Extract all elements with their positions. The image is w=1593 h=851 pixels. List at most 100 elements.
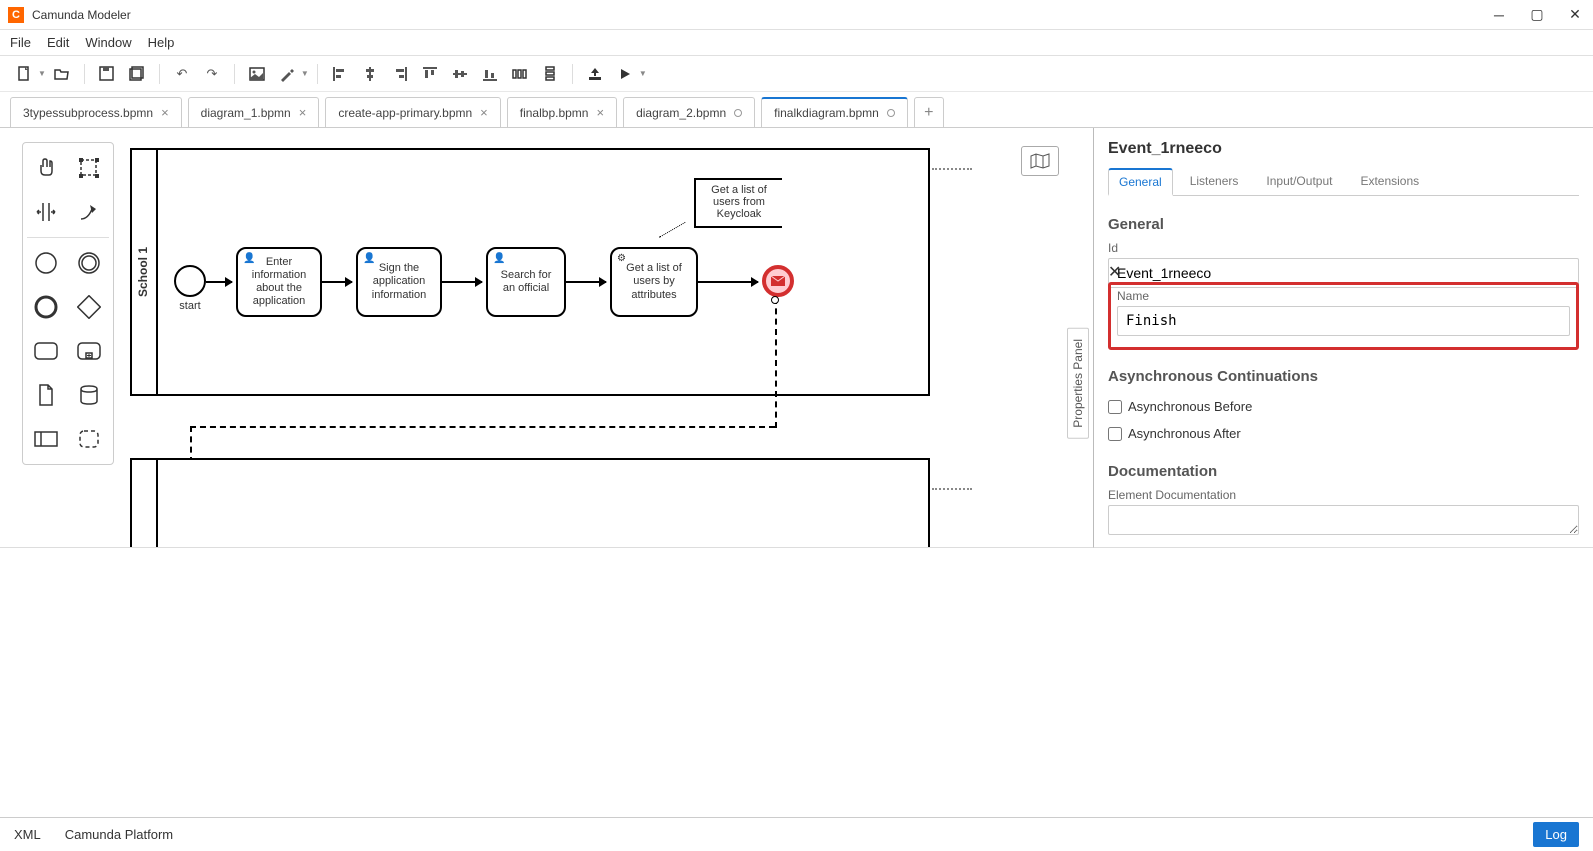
undo-button[interactable]: ↶ [168, 60, 196, 88]
menu-window[interactable]: Window [85, 35, 131, 50]
separator [317, 64, 318, 84]
message-throw-event[interactable] [762, 265, 794, 297]
props-tab-listeners[interactable]: Listeners [1179, 168, 1250, 195]
subprocess-tool[interactable] [70, 332, 108, 370]
name-field[interactable]: Finish [1117, 306, 1570, 336]
task-search[interactable]: 👤 Search for an official [486, 247, 566, 317]
sequence-flow[interactable] [698, 281, 758, 283]
log-button[interactable]: Log [1533, 822, 1579, 847]
dropdown-icon[interactable]: ▼ [301, 69, 309, 78]
document-tab[interactable]: diagram_1.bpmn× [188, 97, 320, 127]
sequence-flow[interactable] [206, 281, 232, 283]
document-tab[interactable]: 3typessubprocess.bpmn× [10, 97, 182, 127]
separator [572, 64, 573, 84]
async-before-row[interactable]: Asynchronous Before [1108, 399, 1579, 414]
color-button[interactable] [273, 60, 301, 88]
menu-help[interactable]: Help [148, 35, 175, 50]
app-title: Camunda Modeler [32, 8, 1489, 22]
sequence-flow[interactable] [322, 281, 352, 283]
data-object-tool[interactable] [27, 376, 65, 414]
pool-school-2[interactable]: School 2 📜 Download the list of official… [130, 458, 930, 548]
async-after-checkbox[interactable] [1108, 427, 1122, 441]
task-get-users[interactable]: ⚙ Get a list of users by attributes [610, 247, 698, 317]
clear-id-button[interactable]: ✕ [1108, 262, 1573, 282]
message-flow[interactable] [775, 298, 777, 428]
save-all-button[interactable] [123, 60, 151, 88]
doc-label: Element Documentation [1108, 488, 1579, 502]
add-tab-button[interactable]: + [914, 97, 944, 127]
align-right-button[interactable] [386, 60, 414, 88]
separator [84, 64, 85, 84]
minimize-button[interactable]: ─ [1489, 5, 1509, 25]
menu-file[interactable]: File [10, 35, 31, 50]
deploy-button[interactable] [581, 60, 609, 88]
window-controls: ─ ▢ ✕ [1489, 5, 1585, 25]
canvas[interactable]: Properties Panel School 1 start 👤 Enter … [0, 128, 1093, 548]
documentation-field[interactable] [1108, 505, 1579, 535]
props-heading: Event_1rneeco [1108, 140, 1579, 158]
dropdown-icon[interactable]: ▼ [639, 69, 647, 78]
props-tab-io[interactable]: Input/Output [1255, 168, 1343, 195]
align-middle-button[interactable] [446, 60, 474, 88]
distribute-v-button[interactable] [536, 60, 564, 88]
status-xml[interactable]: XML [14, 827, 41, 842]
start-event-tool[interactable] [27, 244, 65, 282]
close-tab-icon[interactable]: × [596, 105, 604, 120]
close-button[interactable]: ✕ [1565, 5, 1585, 25]
end-event-tool[interactable] [27, 288, 65, 326]
tab-label: finalbp.bpmn [520, 106, 589, 120]
gateway-tool[interactable] [70, 288, 108, 326]
start-event[interactable] [174, 265, 206, 297]
save-button[interactable] [93, 60, 121, 88]
open-file-button[interactable] [48, 60, 76, 88]
maximize-button[interactable]: ▢ [1527, 5, 1547, 25]
bpmn-diagram[interactable]: School 1 start 👤 Enter information about… [130, 148, 1043, 527]
hand-tool[interactable] [27, 149, 65, 187]
data-store-tool[interactable] [70, 376, 108, 414]
align-top-button[interactable] [416, 60, 444, 88]
menu-edit[interactable]: Edit [47, 35, 69, 50]
lasso-tool[interactable] [70, 149, 108, 187]
sequence-flow[interactable] [442, 281, 482, 283]
sequence-flow[interactable] [566, 281, 606, 283]
separator [159, 64, 160, 84]
async-before-label: Asynchronous Before [1128, 399, 1252, 414]
message-flow[interactable] [190, 426, 775, 428]
props-tab-general[interactable]: General [1108, 168, 1173, 196]
redo-button[interactable]: ↷ [198, 60, 226, 88]
workspace: Properties Panel School 1 start 👤 Enter … [0, 128, 1593, 548]
connect-tool[interactable] [70, 193, 108, 231]
close-tab-icon[interactable]: × [161, 105, 169, 120]
document-tab[interactable]: create-app-primary.bpmn× [325, 97, 500, 127]
new-file-button[interactable] [10, 60, 38, 88]
align-bottom-button[interactable] [476, 60, 504, 88]
close-tab-icon[interactable]: × [480, 105, 488, 120]
distribute-h-button[interactable] [506, 60, 534, 88]
async-before-checkbox[interactable] [1108, 400, 1122, 414]
section-async: Asynchronous Continuations [1108, 368, 1579, 385]
task-enter-info[interactable]: 👤 Enter information about the applicatio… [236, 247, 322, 317]
pool-tool[interactable] [27, 420, 65, 458]
properties-panel-toggle[interactable]: Properties Panel [1067, 328, 1089, 439]
align-left-button[interactable] [326, 60, 354, 88]
status-platform[interactable]: Camunda Platform [65, 827, 173, 842]
intermediate-event-tool[interactable] [70, 244, 108, 282]
task-sign[interactable]: 👤 Sign the application information [356, 247, 442, 317]
group-tool[interactable] [70, 420, 108, 458]
document-tab[interactable]: finalbp.bpmn × [507, 97, 617, 127]
async-after-row[interactable]: Asynchronous After [1108, 426, 1579, 441]
align-center-button[interactable] [356, 60, 384, 88]
minimap-toggle[interactable] [1021, 146, 1059, 176]
props-tab-extensions[interactable]: Extensions [1349, 168, 1430, 195]
document-tab[interactable]: diagram_2.bpmn [623, 97, 755, 127]
space-tool[interactable] [27, 193, 65, 231]
run-button[interactable] [611, 60, 639, 88]
text-annotation[interactable]: Get a list of users from Keycloak [694, 178, 782, 228]
dropdown-icon[interactable]: ▼ [38, 69, 46, 78]
image-button[interactable] [243, 60, 271, 88]
task-tool[interactable] [27, 332, 65, 370]
pool-school-1[interactable]: School 1 start 👤 Enter information about… [130, 148, 930, 396]
close-tab-icon[interactable]: × [299, 105, 307, 120]
dirty-indicator-icon [887, 109, 895, 117]
document-tab-active[interactable]: finalkdiagram.bpmn [761, 97, 908, 127]
